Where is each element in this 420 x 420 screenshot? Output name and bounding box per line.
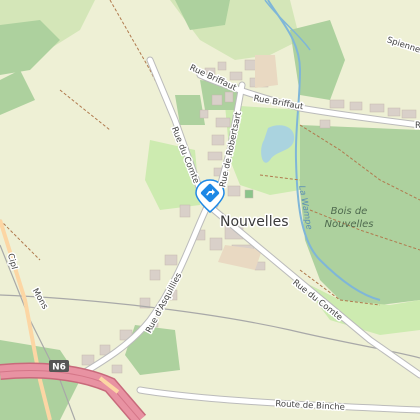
- building: [401, 109, 417, 119]
- farm-yard-north: [255, 55, 278, 88]
- edge-label-right: R: [415, 121, 420, 131]
- wood-label-line2: Nouvelles: [325, 219, 374, 230]
- building: [199, 109, 209, 119]
- sports-field: [244, 189, 254, 199]
- building: [211, 94, 223, 106]
- building: [224, 91, 234, 103]
- place-label-nouvelles: Nouvelles: [220, 214, 289, 230]
- building: [111, 364, 123, 374]
- building: [349, 101, 363, 111]
- map-viewport[interactable]: N6 Spiennes Rue Briffaut Rue Briffaut Ru…: [0, 0, 420, 420]
- building: [164, 254, 178, 266]
- building: [149, 269, 161, 281]
- building: [179, 204, 191, 218]
- building: [319, 119, 331, 129]
- building: [207, 151, 223, 161]
- building: [229, 71, 243, 81]
- building: [369, 103, 385, 113]
- building: [387, 107, 401, 117]
- n6-shield-label: N6: [52, 363, 66, 373]
- building: [329, 99, 345, 109]
- building: [209, 237, 223, 251]
- building: [211, 134, 225, 146]
- wood-label-line1: Bois de: [331, 206, 368, 217]
- building: [215, 117, 231, 128]
- building: [217, 61, 227, 71]
- building: [227, 185, 241, 197]
- map-canvas[interactable]: N6 Spiennes Rue Briffaut Rue Briffaut Ru…: [0, 0, 420, 420]
